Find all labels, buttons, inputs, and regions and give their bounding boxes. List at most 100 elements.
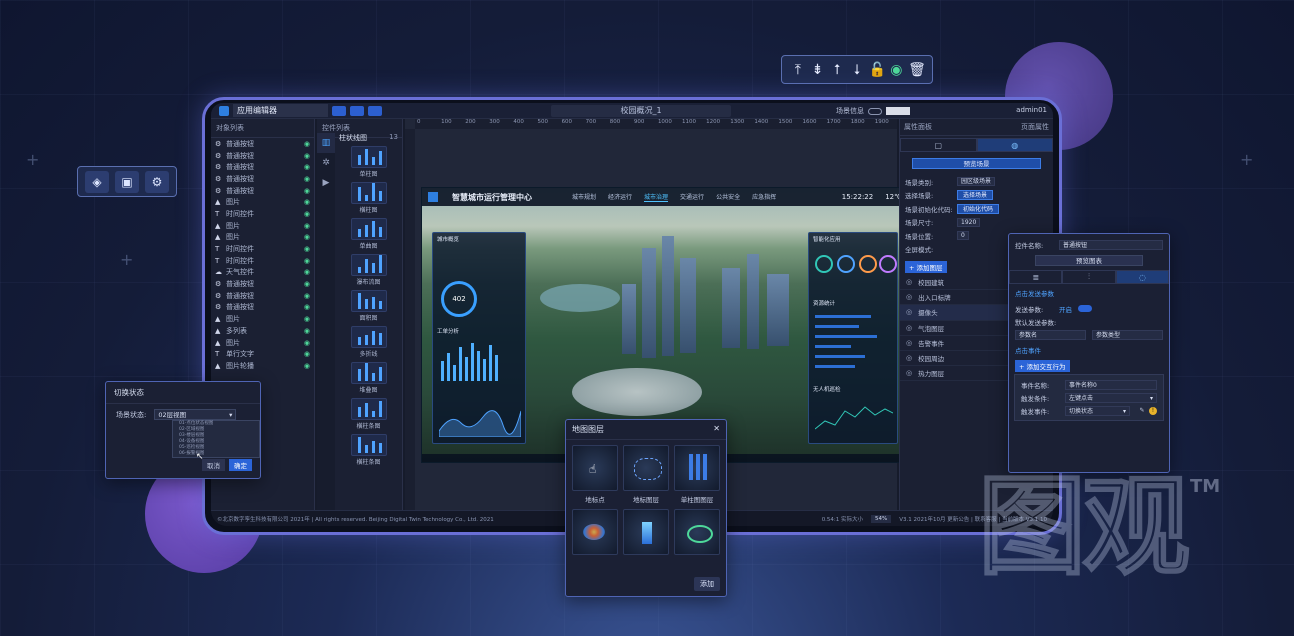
- visibility-icon[interactable]: ◉: [304, 362, 310, 370]
- layer-item[interactable]: ▲ 图片轮播 ◉: [211, 360, 314, 372]
- eye-icon[interactable]: ◉: [888, 62, 904, 78]
- component-item[interactable]: 瀑布流图: [350, 254, 387, 286]
- component-item[interactable]: 堆叠图: [350, 362, 387, 394]
- visibility-icon[interactable]: ◉: [304, 257, 310, 265]
- edit-icon[interactable]: ✎: [1138, 407, 1146, 415]
- align-top-icon[interactable]: ⤒: [790, 62, 806, 78]
- visibility-icon[interactable]: ◉: [304, 163, 310, 171]
- visibility-icon[interactable]: ◉: [304, 198, 310, 206]
- event-name-input[interactable]: 事件名称0: [1065, 379, 1157, 390]
- component-item[interactable]: 横柱条图: [350, 398, 387, 430]
- tab-style[interactable]: ▢: [900, 138, 977, 152]
- dashboard-nav-item[interactable]: 经济运行: [608, 192, 632, 202]
- layer-item[interactable]: ⚙ 普通按钮 ◉: [211, 290, 314, 302]
- send-params-toggle[interactable]: [1078, 305, 1092, 312]
- scene-state-select[interactable]: 02层视图 ▾: [154, 409, 237, 420]
- tab-data[interactable]: ≣: [1009, 270, 1063, 284]
- scene-property-value[interactable]: 1920: [957, 217, 981, 227]
- page-properties-title[interactable]: 页面属性: [1021, 122, 1049, 132]
- ring-layer-thumbnail[interactable]: [674, 509, 720, 555]
- lock-icon[interactable]: 🔓: [869, 62, 886, 78]
- visibility-icon[interactable]: ◎: [906, 324, 912, 332]
- add-layer-dialog-button[interactable]: 添加: [694, 577, 720, 591]
- toolbar-button-2[interactable]: [350, 105, 364, 116]
- tab-scene[interactable]: ◍: [976, 138, 1053, 152]
- layer-item[interactable]: ☁ 天气控件 ◉: [211, 267, 314, 279]
- dashboard-nav-item[interactable]: 城市规划: [572, 192, 596, 202]
- tab-interaction[interactable]: ◌: [1115, 270, 1169, 284]
- layer-item[interactable]: ▲ 图片 ◉: [211, 313, 314, 325]
- visibility-icon[interactable]: ◉: [304, 233, 310, 241]
- warning-icon[interactable]: !: [1149, 406, 1157, 415]
- scene-info-field[interactable]: [886, 107, 910, 115]
- visibility-icon[interactable]: ◉: [304, 292, 310, 300]
- visibility-icon[interactable]: ◎: [906, 293, 912, 301]
- preview-scene-button[interactable]: 预览场景: [912, 158, 1041, 169]
- visibility-icon[interactable]: ◎: [906, 369, 912, 377]
- layer-item[interactable]: T 单行文字 ◉: [211, 348, 314, 360]
- component-item[interactable]: 横柱条图: [350, 434, 387, 466]
- bar-layer-thumbnail[interactable]: [674, 445, 720, 491]
- visibility-icon[interactable]: ◉: [304, 210, 310, 218]
- zoom-select[interactable]: 54%: [871, 514, 892, 523]
- dashboard-nav-item[interactable]: 交通运行: [680, 192, 704, 202]
- layer-item[interactable]: T 时间控件 ◉: [211, 243, 314, 255]
- align-down-icon[interactable]: ⭣: [849, 62, 865, 78]
- component-item[interactable]: 面积图: [350, 290, 387, 322]
- layer-item[interactable]: ⚙ 普通按钮 ◉: [211, 138, 314, 150]
- add-layer-button[interactable]: + 添加图层: [905, 261, 947, 273]
- visibility-icon[interactable]: ◉: [304, 280, 310, 288]
- visibility-icon[interactable]: ◎: [906, 354, 912, 362]
- component-group[interactable]: 柱状线图 13: [339, 133, 398, 143]
- visibility-icon[interactable]: ◉: [304, 339, 310, 347]
- landmark-layer-thumbnail[interactable]: [623, 445, 669, 491]
- scene-state-option[interactable]: 06-报警视图: [173, 451, 259, 457]
- scene-property-value[interactable]: 0: [957, 231, 969, 241]
- align-up-icon[interactable]: ⭡: [829, 62, 845, 78]
- widget-tab-icon[interactable]: ✲: [317, 153, 335, 173]
- visibility-icon[interactable]: ◉: [304, 327, 310, 335]
- dashboard-nav-item[interactable]: 公共安全: [716, 192, 740, 202]
- trigger-select[interactable]: 左键点击 ▾: [1065, 392, 1157, 403]
- layer-item[interactable]: ⚙ 普通按钮 ◉: [211, 173, 314, 185]
- layer-item[interactable]: ⚙ 普通按钮 ◉: [211, 185, 314, 197]
- layer-item[interactable]: ⚙ 普通按钮 ◉: [211, 302, 314, 314]
- visibility-icon[interactable]: ◎: [906, 308, 912, 316]
- visibility-icon[interactable]: ◉: [304, 140, 310, 148]
- layer-item[interactable]: T 时间控件 ◉: [211, 208, 314, 220]
- visibility-icon[interactable]: ◉: [304, 315, 310, 323]
- layer-item[interactable]: ▲ 多列表 ◉: [211, 325, 314, 337]
- visibility-icon[interactable]: ◉: [304, 175, 310, 183]
- preview-chart-button[interactable]: 预览图表: [1035, 255, 1143, 266]
- landmark-point-thumbnail[interactable]: [572, 445, 618, 491]
- visibility-icon[interactable]: ◉: [304, 245, 310, 253]
- user-name[interactable]: admin01: [1016, 106, 1047, 114]
- visibility-icon[interactable]: ◉: [304, 187, 310, 195]
- trigger-event-select[interactable]: 切换状态 ▾: [1065, 405, 1130, 416]
- layers-icon[interactable]: ◈: [85, 170, 109, 193]
- component-item[interactable]: 横柱图: [350, 182, 387, 214]
- save-icon[interactable]: ▣: [115, 170, 139, 193]
- chart-tab-icon[interactable]: ▥: [317, 133, 335, 153]
- visibility-icon[interactable]: ◎: [906, 339, 912, 347]
- dashboard-nav-item[interactable]: 城市治理: [644, 192, 669, 202]
- scene-property-button[interactable]: 初始化代码: [957, 203, 1000, 214]
- close-icon[interactable]: ✕: [713, 424, 720, 435]
- settings-icon[interactable]: ⚙: [145, 170, 169, 193]
- layer-item[interactable]: T 时间控件 ◉: [211, 255, 314, 267]
- component-item[interactable]: 单曲图: [350, 218, 387, 250]
- visibility-icon[interactable]: ◉: [304, 303, 310, 311]
- visibility-icon[interactable]: ◉: [304, 222, 310, 230]
- layer-item[interactable]: ▲ 图片 ◉: [211, 232, 314, 244]
- layer-item[interactable]: ⚙ 普通按钮 ◉: [211, 150, 314, 162]
- layer-item[interactable]: ▲ 图片 ◉: [211, 220, 314, 232]
- heatmap-layer-thumbnail[interactable]: [572, 509, 618, 555]
- layer-item[interactable]: ⚙ 普通按钮 ◉: [211, 278, 314, 290]
- align-vcenter-icon[interactable]: ⇟: [810, 62, 826, 78]
- component-item[interactable]: 多折线: [350, 326, 387, 358]
- visibility-icon[interactable]: ◉: [304, 350, 310, 358]
- visibility-icon[interactable]: ◉: [304, 268, 310, 276]
- layer-item[interactable]: ▲ 图片 ◉: [211, 196, 314, 208]
- ok-button[interactable]: 确定: [229, 459, 252, 471]
- dashboard-nav-item[interactable]: 应急指挥: [752, 192, 776, 202]
